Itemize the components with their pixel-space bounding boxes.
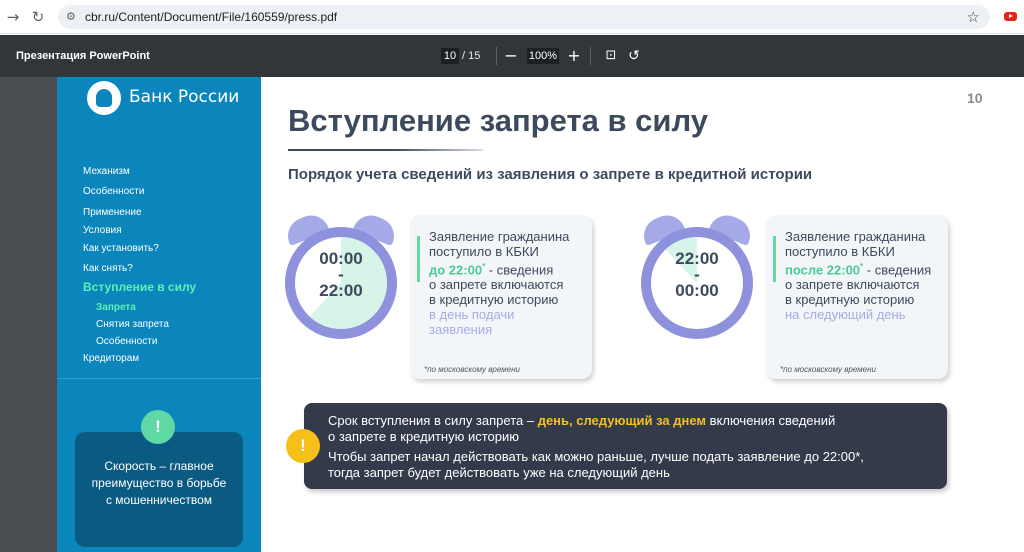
notice-line: тогда запрет будет действовать уже на сл… [328,465,670,480]
card-line: в кредитную историю [429,292,559,308]
forward-icon[interactable]: → [4,8,22,26]
menu-item-how-to-remove[interactable]: Как снять? [83,263,133,274]
page-number-input[interactable]: 10 [441,48,459,64]
clock-time-end: 00:00 [675,281,719,300]
notice-line: Срок вступления в силу запрета – день, с… [328,413,835,428]
card-line: в кредитную историю [785,292,915,308]
toolbar-divider [496,47,497,65]
notice-line: о запрете в кредитную историю [328,429,520,444]
bookmark-star-icon[interactable]: ☆ [967,8,980,26]
zoom-out-icon[interactable]: − [503,47,519,65]
submenu-item-features[interactable]: Особенности [96,336,157,347]
menu-item-how-to-set[interactable]: Как установить? [83,243,159,254]
submenu-item-ban[interactable]: Запрета [96,302,136,313]
info-card-before-22: Заявление гражданина поступило в КБКИ до… [410,215,592,379]
card-text: Заявление гражданина поступило в КБКИ по… [785,229,947,322]
card-line: до 22:00* - сведения [429,259,591,277]
rotate-icon[interactable]: ↺ [626,47,642,65]
exclamation-icon: ! [141,410,175,444]
menu-item-conditions[interactable]: Условия [83,225,122,236]
submenu-item-ban-removal[interactable]: Снятия запрета [96,319,169,330]
menu-item-entry-into-force[interactable]: Вступление в силу [83,280,196,294]
page-total: / 15 [462,50,481,62]
menu-item-features[interactable]: Особенности [83,186,144,197]
card-line-dim: на следующий день [785,307,906,323]
pdf-toolbar: Презентация PowerPoint 10 / 15 − 100% + … [0,35,1024,77]
menu-item-creditors[interactable]: Кредиторам [83,353,139,364]
card-footnote: *по московскому времени [780,365,876,374]
notice-text: включения сведений [706,413,836,428]
sidebar-divider [57,378,261,379]
card-accent-bar [773,236,776,282]
notice-box: Срок вступления в силу запрета – день, с… [304,403,947,489]
site-info-icon[interactable]: ⚙ [66,11,78,23]
toolbar-divider [590,47,591,65]
slide-number: 10 [967,90,983,106]
menu-item-application[interactable]: Применение [83,207,142,218]
card-line: Заявление гражданина [785,229,926,244]
card-text: Заявление гражданина поступило в КБКИ до… [429,229,591,337]
card-line: поступило в КБКИ [429,244,539,259]
menu-item-mechanism[interactable]: Механизм [83,166,130,177]
card-line-dim: заявления [429,322,493,338]
card-line: после 22:00* - сведения [785,259,947,277]
slide-title: Вступление запрета в силу [288,103,708,138]
notice-text: Срок вступления в силу запрета – [328,413,538,428]
clock-time-range: 00:00 - 22:00 [285,250,397,300]
card-accent-bar [417,236,420,282]
url-text[interactable]: cbr.ru/Content/Document/File/160559/pres… [85,10,337,24]
fit-page-icon[interactable]: ⊡ [603,47,619,65]
slide-page: Банк России Механизм Особенности Примене… [57,77,1024,552]
bank-logo-text: Банк России [129,87,240,107]
clock-time-range: 22:00 - 00:00 [641,250,753,300]
time-highlight: после 22:00 [785,262,861,278]
info-card-after-22: Заявление гражданина поступило в КБКИ по… [766,215,948,379]
document-title: Презентация PowerPoint [16,50,150,62]
notice-line: Чтобы запрет начал действовать как можно… [328,449,864,464]
bank-emblem-icon [87,81,121,115]
reload-icon[interactable]: ↻ [29,8,47,26]
warning-exclamation-icon: ! [286,429,320,463]
tip-text: Скорость – главное преимущество в борьбе… [91,459,227,507]
alarm-clock-icon: 22:00 - 00:00 [638,209,756,345]
card-line: поступило в КБКИ [785,244,895,259]
browser-toolbar: → ↻ ⚙ cbr.ru/Content/Document/File/16055… [0,0,1024,34]
card-line-rest: - сведения [485,262,554,278]
youtube-extension-icon[interactable] [1004,12,1017,21]
card-line-dim: в день подачи [429,307,515,323]
clock-time-end: 22:00 [319,281,363,300]
address-bar[interactable]: ⚙ cbr.ru/Content/Document/File/160559/pr… [58,5,990,29]
card-line-rest: - сведения [863,262,932,278]
notice-highlight: день, следующий за днем [537,413,707,428]
slide-subtitle: Порядок учета сведений из заявления о за… [288,166,813,183]
viewer-gutter [0,77,57,552]
card-line: о запрете включаются [429,277,564,293]
card-footnote: *по московскому времени [424,365,520,374]
card-line: о запрете включаются [785,277,920,293]
zoom-level-input[interactable]: 100% [527,48,559,64]
slide-sidebar: Банк России Механизм Особенности Примене… [57,77,261,552]
card-line: Заявление гражданина [429,229,570,244]
zoom-in-icon[interactable]: + [566,47,582,65]
time-highlight: до 22:00 [429,262,483,278]
tip-card: Скорость – главное преимущество в борьбе… [75,432,243,547]
alarm-clock-icon: 00:00 - 22:00 [282,209,400,345]
title-underline [288,149,483,151]
